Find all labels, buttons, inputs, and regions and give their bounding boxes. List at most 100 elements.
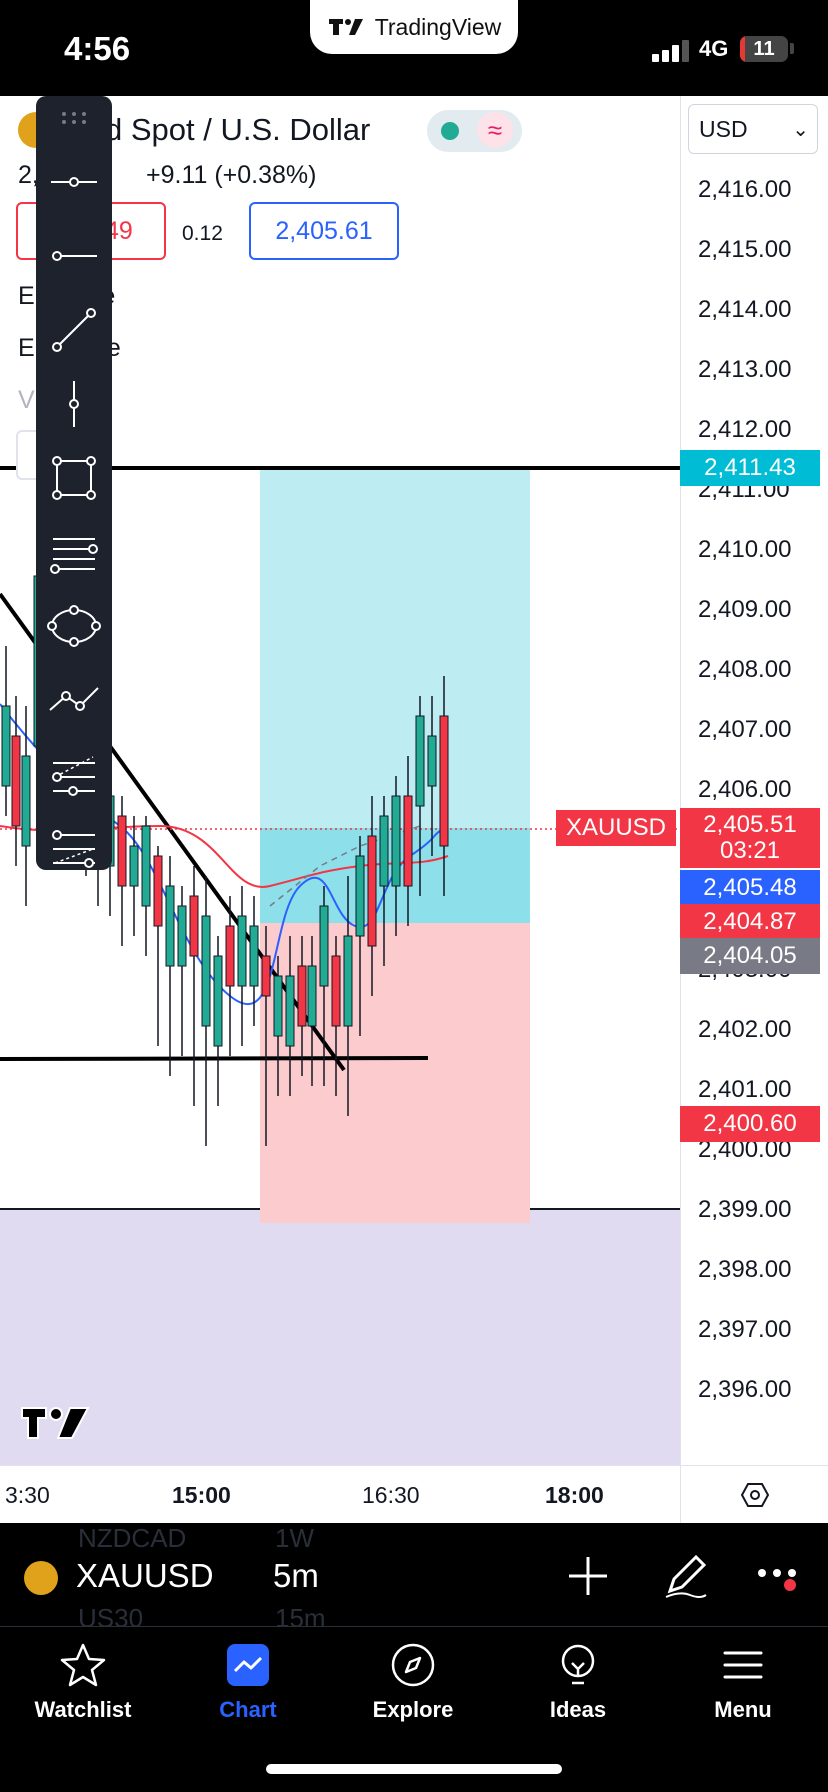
pencil-icon[interactable] xyxy=(660,1551,710,1601)
symbol-price-tag: XAUUSD xyxy=(556,810,676,846)
app-pill[interactable]: TradingView xyxy=(310,0,518,54)
candle-body xyxy=(189,895,199,957)
candle-body xyxy=(355,855,365,937)
trend-line-icon xyxy=(52,308,96,352)
candle-body xyxy=(331,955,341,1027)
currency-value: USD xyxy=(699,115,748,142)
price-axis-label: 2,412.00 xyxy=(698,416,792,443)
time-label: 15:00 xyxy=(172,1482,231,1508)
more-icon[interactable] xyxy=(756,1563,806,1593)
hamburger-icon xyxy=(723,1651,763,1679)
tab-watchlist[interactable]: Watchlist xyxy=(8,1641,158,1751)
price-axis-label: 2,415.00 xyxy=(698,236,792,263)
candle-body xyxy=(261,955,271,997)
candle-body xyxy=(21,755,31,847)
price-axis-label: 2,413.00 xyxy=(698,356,792,383)
ray-tool[interactable] xyxy=(36,220,112,292)
price-axis-tag: 2,404.87 xyxy=(680,904,820,940)
horizontal-ray-tool[interactable] xyxy=(36,146,112,218)
candle-body xyxy=(273,975,283,1037)
buy-button[interactable]: 2,405.61 xyxy=(249,202,399,260)
market-status-pill[interactable]: ≈ xyxy=(427,110,522,152)
candle-body xyxy=(117,815,127,887)
candle-body xyxy=(307,965,317,1027)
candle-body xyxy=(11,735,21,827)
gold-symbol-icon xyxy=(24,1561,58,1595)
currency-select[interactable]: USD ⌄ xyxy=(688,104,818,154)
fib-channel-icon xyxy=(52,830,95,868)
ellipse-tool[interactable] xyxy=(36,590,112,662)
add-icon[interactable] xyxy=(565,1553,611,1599)
candle-body xyxy=(153,855,163,927)
parallel-channel-tool[interactable] xyxy=(36,516,112,588)
price-axis-label: 2,397.00 xyxy=(698,1316,792,1343)
chart-settings-button[interactable] xyxy=(680,1465,828,1523)
symbol-selector[interactable]: XAUUSD xyxy=(76,1557,214,1595)
candle-body xyxy=(297,965,307,1027)
chart-icon xyxy=(227,1644,269,1686)
price-axis-label: 2,416.00 xyxy=(698,176,792,203)
vertical-line-tool[interactable] xyxy=(36,368,112,440)
candle-body xyxy=(285,975,295,1047)
price-tag-value: 2,405.51 xyxy=(703,811,797,838)
price-axis-label: 2,406.00 xyxy=(698,776,792,803)
price-axis-tag: 2,405.48 xyxy=(680,870,820,906)
star-icon xyxy=(60,1643,106,1687)
market-open-dot xyxy=(441,122,459,140)
horizontal-line-bottom[interactable] xyxy=(0,1056,429,1061)
candle-body xyxy=(249,925,259,987)
tab-menu[interactable]: Menu xyxy=(668,1641,818,1751)
tab-label: Watchlist xyxy=(34,1697,132,1722)
candle-body xyxy=(343,935,353,1027)
candle-body xyxy=(177,905,187,967)
path-tool[interactable] xyxy=(36,664,112,736)
candle-body xyxy=(1,705,11,787)
candle-body xyxy=(129,845,139,887)
price-axis-label: 2,408.00 xyxy=(698,656,792,683)
candle-body xyxy=(237,915,247,987)
price-axis-tag: 2,404.05 xyxy=(680,938,820,974)
price-change: +9.11 (+0.38%) xyxy=(146,161,317,189)
tab-label: Explore xyxy=(372,1697,454,1722)
battery-percent: 11 xyxy=(753,37,775,60)
price-axis-tag: 2,400.60 xyxy=(680,1106,820,1142)
time-axis[interactable]: 3:30 15:00 16:30 18:00 xyxy=(0,1465,680,1523)
symbol-bar: NZDCAD 1W US30 15m XAUUSD 5m xyxy=(0,1523,828,1633)
candle-body xyxy=(367,835,377,947)
price-axis-label: 2,402.00 xyxy=(698,1016,792,1043)
price-axis-label: 2,410.00 xyxy=(698,536,792,563)
time-label: 16:30 xyxy=(362,1482,420,1508)
tab-explore[interactable]: Explore xyxy=(338,1641,488,1751)
spread-value: 0.12 xyxy=(182,222,223,245)
candle-body xyxy=(201,915,211,1027)
path-icon xyxy=(49,687,99,711)
candle-body xyxy=(379,815,389,887)
rectangle-tool[interactable] xyxy=(36,442,112,514)
symbol-title[interactable]: d Spot / U.S. Dollar xyxy=(105,112,370,148)
tradingview-logo-icon xyxy=(328,19,363,35)
volume-indicator[interactable]: V xyxy=(18,386,35,415)
trend-line-tool[interactable] xyxy=(36,294,112,366)
drag-handle-icon[interactable] xyxy=(60,110,88,126)
tab-ideas[interactable]: Ideas xyxy=(503,1641,653,1751)
vertical-line-icon xyxy=(69,381,79,427)
clock: 4:56 xyxy=(64,30,131,67)
candle-body xyxy=(439,715,449,847)
candle-body xyxy=(225,925,235,987)
price-axis-tag: 2,405.51 03:21 xyxy=(680,808,820,868)
time-label: 18:00 xyxy=(545,1482,604,1508)
delayed-data-icon: ≈ xyxy=(477,112,513,148)
tab-chart[interactable]: Chart xyxy=(173,1641,323,1751)
interval-selector[interactable]: 5m xyxy=(273,1557,319,1595)
ghost-interval: 1W xyxy=(275,1523,314,1553)
horizontal-ray-icon xyxy=(51,177,97,187)
home-indicator[interactable] xyxy=(266,1764,562,1774)
ellipse-icon xyxy=(47,605,101,647)
candle-body xyxy=(415,715,425,807)
pitchfork-tool[interactable] xyxy=(36,738,112,810)
candle-body xyxy=(403,795,413,887)
drawing-toolbar[interactable] xyxy=(36,96,112,870)
compass-icon xyxy=(391,1643,435,1687)
price-axis-label: 2,414.00 xyxy=(698,296,792,323)
fib-channel-tool[interactable] xyxy=(36,812,112,884)
